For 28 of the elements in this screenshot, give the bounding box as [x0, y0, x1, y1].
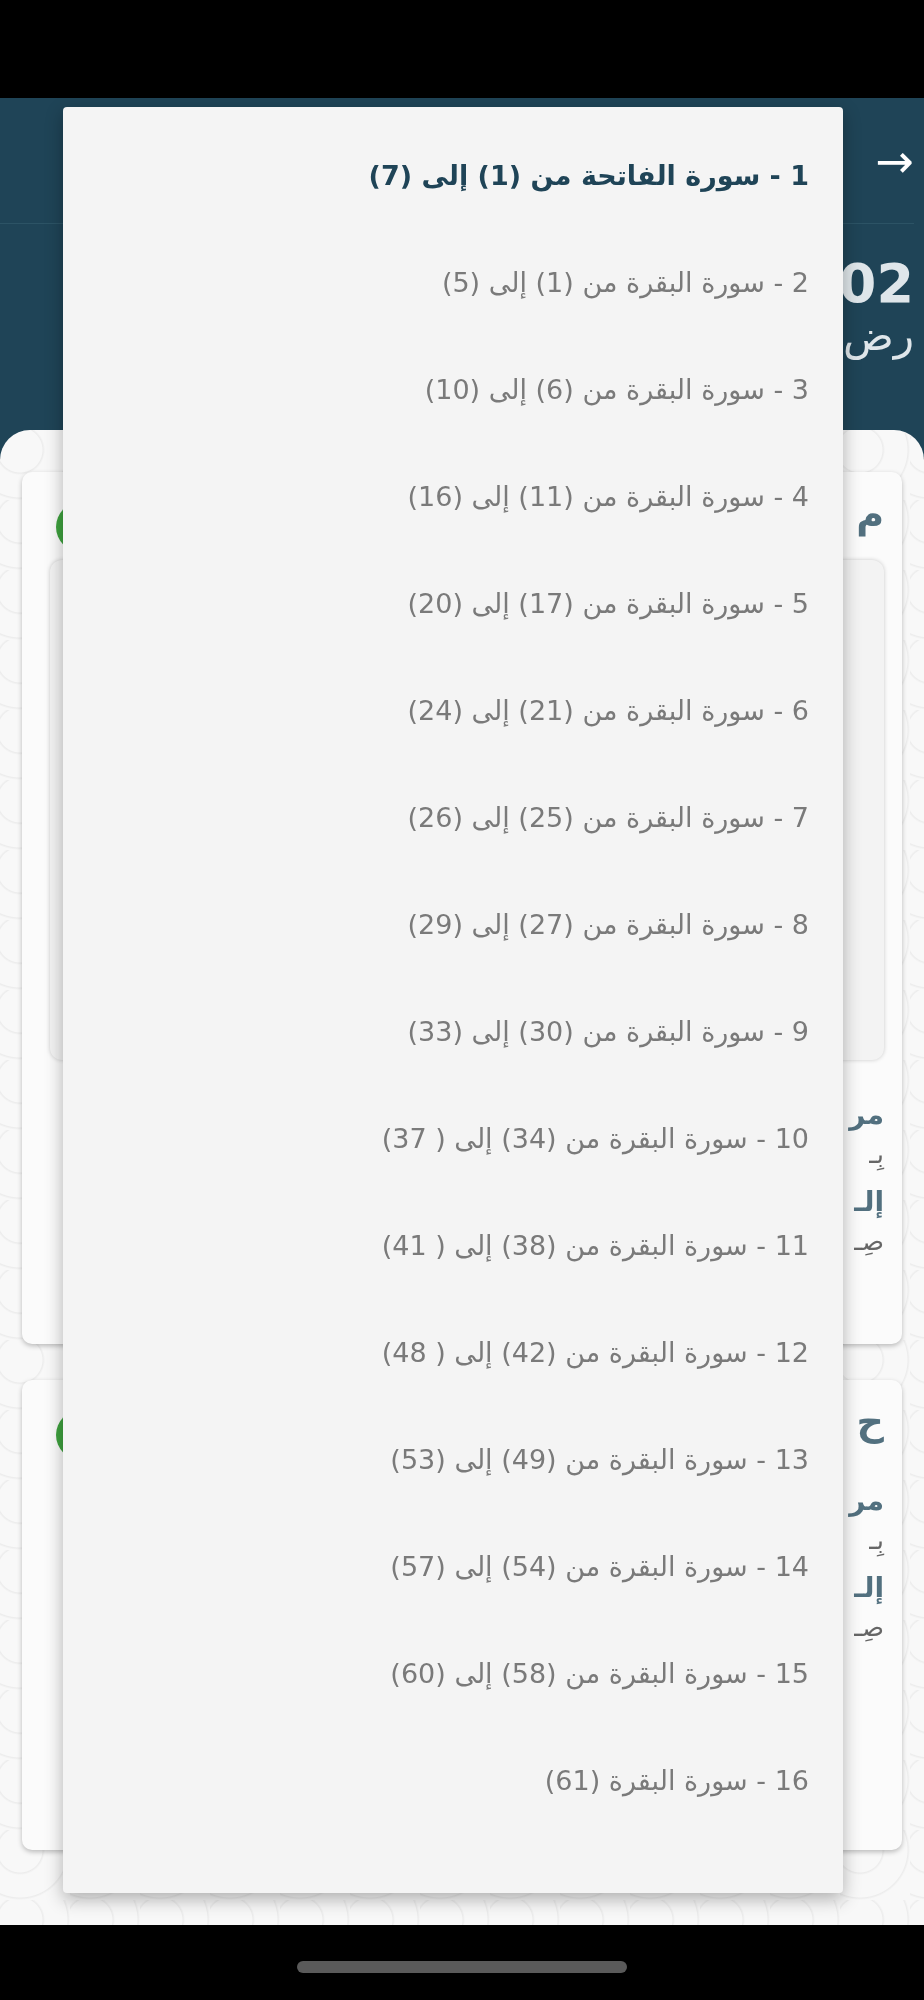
menu-item[interactable]: 6 - سورة البقرة من (21) إلى (24) — [373, 657, 843, 764]
menu-item[interactable]: 15 - سورة البقرة من (58) إلى (60) — [356, 1620, 843, 1727]
menu-item[interactable]: 3 - سورة البقرة من (6) إلى (10) — [390, 336, 843, 443]
date-subtitle: رض — [842, 313, 914, 360]
menu-item[interactable]: 16 - سورة البقرة (61) — [510, 1727, 843, 1834]
verse-text: صِـ — [854, 1226, 884, 1256]
verse-text: بِـ — [869, 1525, 884, 1555]
home-indicator[interactable] — [297, 1960, 627, 1973]
card-heading: ح — [856, 1400, 884, 1444]
card-heading: م — [856, 492, 884, 536]
menu-item[interactable]: 1 - سورة الفاتحة من (1) إلى (7) — [334, 122, 843, 229]
card-label: إلـ — [854, 1571, 884, 1604]
menu-item[interactable]: 10 - سورة البقرة من (34) إلى ( 37) — [347, 1085, 843, 1192]
menu-item[interactable]: 7 - سورة البقرة من (25) إلى (26) — [373, 764, 843, 871]
menu-item[interactable]: 4 - سورة البقرة من (11) إلى (16) — [373, 443, 843, 550]
menu-item[interactable]: 14 - سورة البقرة من (54) إلى (57) — [356, 1513, 843, 1620]
menu-item[interactable]: 13 - سورة البقرة من (49) إلى (53) — [356, 1406, 843, 1513]
card-label: مر — [849, 1098, 884, 1131]
card-label: إلـ — [854, 1185, 884, 1218]
menu-item[interactable]: 11 - سورة البقرة من (38) إلى ( 41) — [347, 1192, 843, 1299]
card-label: مر — [849, 1484, 884, 1517]
back-arrow-icon[interactable]: → — [875, 137, 914, 184]
verse-text: بِـ — [869, 1139, 884, 1169]
menu-item[interactable]: 12 - سورة البقرة من (42) إلى ( 48) — [347, 1299, 843, 1406]
menu-item[interactable]: 8 - سورة البقرة من (27) إلى (29) — [373, 871, 843, 978]
menu-item[interactable]: 9 - سورة البقرة من (30) إلى (33) — [373, 978, 843, 1085]
menu-item[interactable]: 5 - سورة البقرة من (17) إلى (20) — [373, 550, 843, 657]
verse-text: صِـ — [854, 1612, 884, 1642]
